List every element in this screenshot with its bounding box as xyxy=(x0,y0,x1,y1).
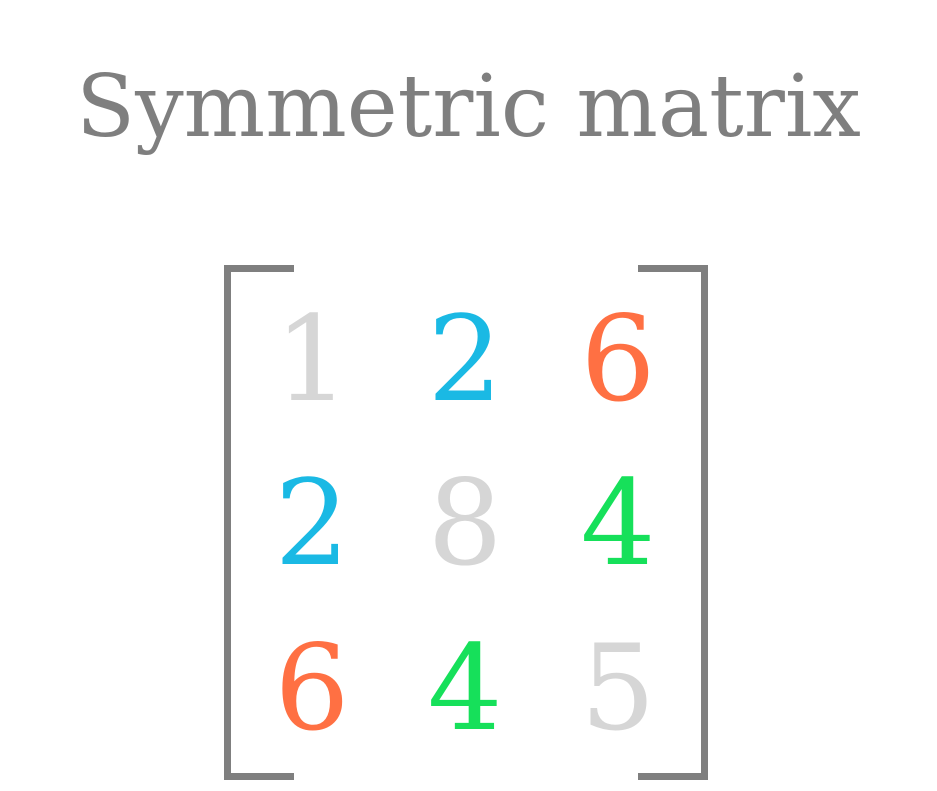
matrix-cell-r2-c1: 2 xyxy=(274,454,350,592)
matrix-cell-r3-c3: 5 xyxy=(580,619,656,757)
matrix-cell-r2-c2: 8 xyxy=(427,454,503,592)
matrix-cell-r3-c2: 4 xyxy=(427,619,503,757)
matrix-cell-r1-c3: 6 xyxy=(580,290,656,428)
symmetric-matrix: 1 2 6 2 8 4 6 4 5 xyxy=(224,265,708,783)
matrix-cell-r1-c1: 1 xyxy=(274,290,350,428)
diagram-title: Symmetric matrix xyxy=(76,57,861,157)
matrix-cell-r1-c2: 2 xyxy=(427,290,503,428)
matrix-cell-r2-c3: 4 xyxy=(580,454,656,592)
matrix-cell-r3-c1: 6 xyxy=(274,619,350,757)
